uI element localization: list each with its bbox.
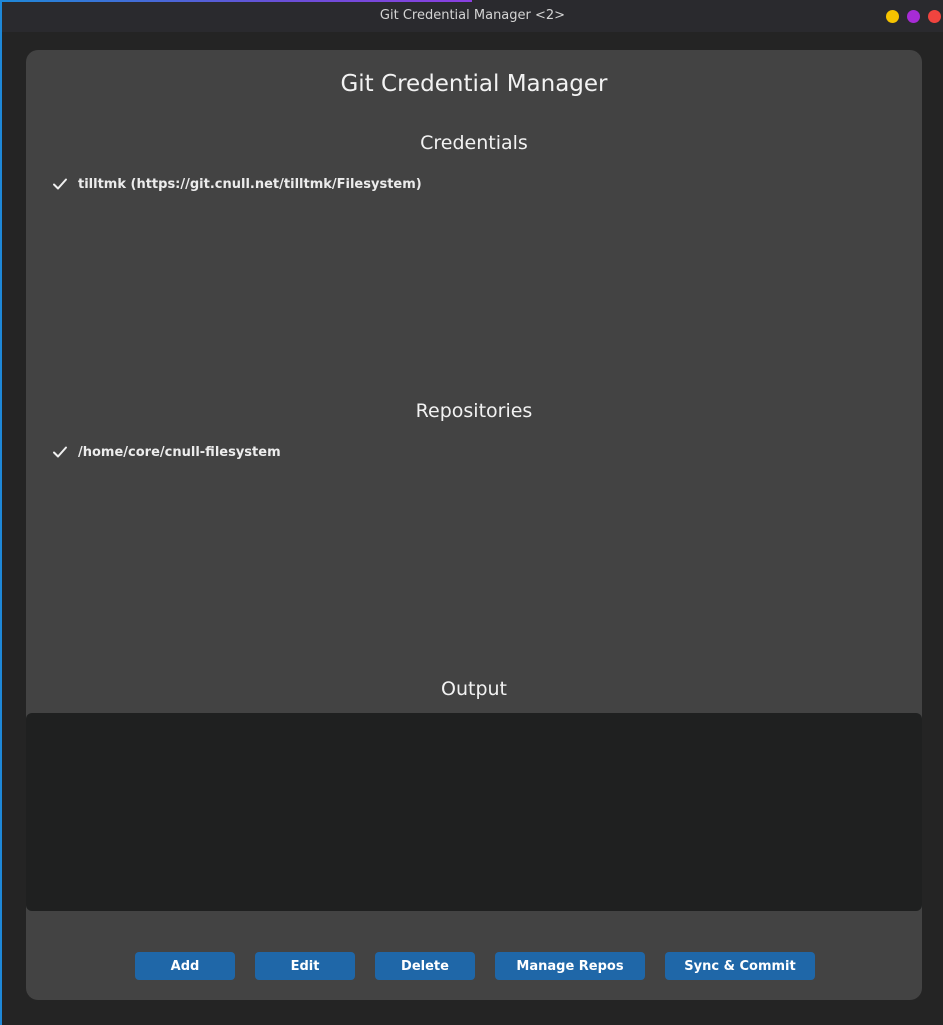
maximize-button[interactable] [907, 10, 920, 23]
app-window: Git Credential Manager <2> Git Credentia… [0, 0, 943, 1025]
credentials-heading: Credentials [420, 132, 528, 154]
close-button[interactable] [928, 10, 941, 23]
main-panel: Git Credential Manager Credentials tillt… [26, 50, 922, 1000]
output-heading: Output [441, 678, 507, 700]
window-title: Git Credential Manager <2> [379, 8, 566, 23]
delete-button[interactable]: Delete [375, 952, 475, 980]
repository-label: /home/core/cnull-filesystem [78, 444, 281, 460]
title-bar[interactable]: Git Credential Manager <2> [2, 0, 943, 32]
add-button[interactable]: Add [135, 952, 235, 980]
edit-button[interactable]: Edit [255, 952, 355, 980]
repositories-list: /home/core/cnull-filesystem [52, 441, 892, 463]
sync-commit-button[interactable]: Sync & Commit [665, 952, 815, 980]
checkmark-icon [52, 176, 68, 192]
output-textbox[interactable] [26, 713, 922, 911]
repositories-heading: Repositories [415, 400, 533, 422]
credential-item[interactable]: tilltmk (https://git.cnull.net/tilltmk/F… [52, 173, 892, 195]
app-title: Git Credential Manager [340, 71, 608, 97]
title-accent-bar [2, 0, 472, 2]
manage-repos-button[interactable]: Manage Repos [495, 952, 645, 980]
credential-label: tilltmk (https://git.cnull.net/tilltmk/F… [78, 176, 422, 192]
credentials-list: tilltmk (https://git.cnull.net/tilltmk/F… [52, 173, 892, 195]
repository-item[interactable]: /home/core/cnull-filesystem [52, 441, 892, 463]
minimize-button[interactable] [886, 10, 899, 23]
checkmark-icon [52, 444, 68, 460]
